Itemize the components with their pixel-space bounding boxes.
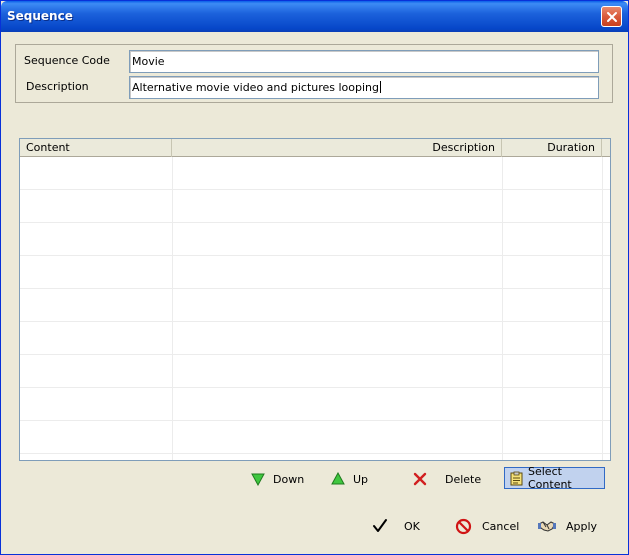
select-content-label: Select Content	[528, 465, 572, 491]
sequence-code-label: Sequence Code	[24, 54, 110, 67]
table-row[interactable]	[20, 157, 610, 190]
delete-button[interactable]: Delete	[409, 468, 485, 490]
table-row[interactable]	[20, 355, 610, 388]
apply-label: Apply	[566, 519, 598, 533]
table-row[interactable]	[20, 256, 610, 289]
cancel-prohibited-icon	[455, 518, 472, 534]
description-field[interactable]: Alternative movie video and pictures loo…	[129, 76, 599, 99]
table-row[interactable]	[20, 190, 610, 223]
close-icon	[606, 11, 617, 22]
window-title: Sequence	[7, 9, 73, 23]
title-bar[interactable]: Sequence	[1, 1, 628, 32]
description-value: Alternative movie video and pictures loo…	[132, 81, 380, 94]
select-content-button[interactable]: Select Content	[504, 465, 605, 491]
table-header: Content Description Duration	[20, 139, 610, 157]
table-body	[20, 157, 610, 460]
sequence-code-value: Movie	[132, 55, 165, 68]
table-row[interactable]	[20, 322, 610, 355]
text-caret	[380, 81, 382, 93]
sequence-dialog: Sequence Sequence Code Movie Description…	[0, 0, 629, 555]
move-up-button[interactable]: Up	[327, 468, 372, 490]
clipboard-list-icon	[510, 471, 523, 485]
delete-x-icon	[413, 472, 427, 486]
table-row[interactable]	[20, 223, 610, 256]
description-label: Description	[26, 80, 89, 93]
checkmark-icon	[373, 519, 387, 532]
move-down-button[interactable]: Down	[247, 468, 308, 490]
table-row[interactable]	[20, 289, 610, 322]
cancel-label: Cancel	[482, 519, 520, 533]
sequence-code-field[interactable]: Movie	[129, 50, 599, 73]
table-row[interactable]	[20, 388, 610, 421]
ok-button[interactable]: OK	[368, 515, 424, 537]
apply-handshake-icon	[538, 521, 556, 532]
column-header-description[interactable]: Description	[172, 139, 502, 157]
cancel-button[interactable]: Cancel	[451, 515, 523, 537]
column-header-content[interactable]: Content	[20, 139, 172, 157]
delete-label: Delete	[445, 472, 482, 486]
ok-label: OK	[404, 519, 420, 533]
column-header-duration[interactable]: Duration	[502, 139, 602, 157]
move-down-label: Down	[273, 472, 305, 486]
down-triangle-icon	[251, 473, 265, 486]
close-button[interactable]	[601, 6, 622, 27]
apply-button[interactable]: Apply	[534, 515, 601, 537]
up-triangle-icon	[331, 472, 345, 485]
move-up-label: Up	[353, 472, 369, 486]
table-row[interactable]	[20, 421, 610, 454]
content-table[interactable]: Content Description Duration	[19, 138, 611, 461]
